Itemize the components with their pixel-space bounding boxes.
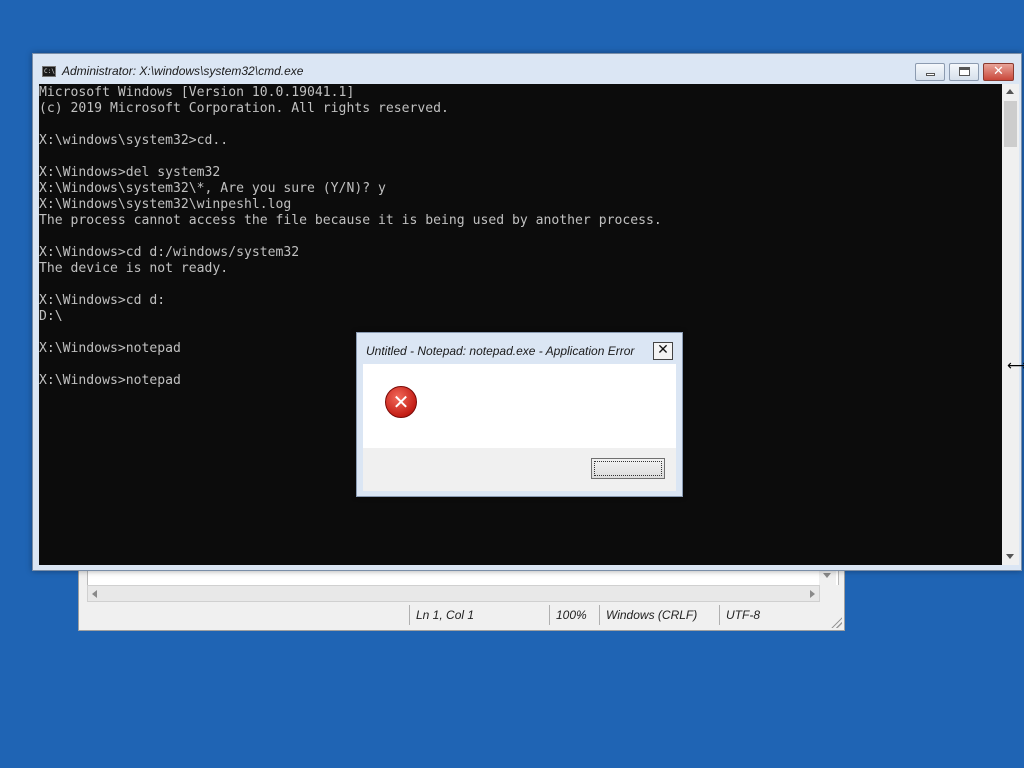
scrollbar-thumb[interactable] [1004,101,1017,147]
error-icon: ✕ [385,386,417,418]
scroll-right-arrow-icon[interactable] [810,590,815,598]
minimize-button[interactable] [915,63,945,81]
scroll-up-arrow-icon[interactable] [1006,89,1014,94]
ok-button[interactable] [591,458,665,479]
resize-cursor-icon: ⟷ [1007,358,1024,374]
scroll-left-arrow-icon[interactable] [92,590,97,598]
status-line-ending: Windows (CRLF) [599,605,719,625]
error-icon-glyph: ✕ [392,390,410,414]
close-icon: ✕ [993,64,1004,79]
notepad-status-bar: Ln 1, Col 1 100% Windows (CRLF) UTF-8 [87,605,837,625]
status-cursor-position: Ln 1, Col 1 [409,605,549,625]
maximize-button[interactable] [949,63,979,81]
notepad-horizontal-scrollbar[interactable] [87,585,820,602]
resize-grip-icon[interactable] [830,616,842,628]
error-dialog-title: Untitled - Notepad: notepad.exe - Applic… [366,344,635,358]
minimize-icon [926,73,935,76]
cmd-app-icon[interactable]: C:\ [42,66,56,77]
maximize-icon [959,67,970,76]
error-dialog-close-button[interactable]: ✕ [653,342,673,360]
console-vertical-scrollbar[interactable] [1002,84,1019,565]
cmd-window-title: Administrator: X:\windows\system32\cmd.e… [62,64,304,78]
close-button[interactable]: ✕ [983,63,1014,81]
scroll-down-arrow-icon[interactable] [823,573,831,578]
status-zoom: 100% [549,605,599,625]
error-dialog: Untitled - Notepad: notepad.exe - Applic… [356,332,683,497]
error-dialog-footer [363,448,676,491]
scroll-down-arrow-icon[interactable] [1006,554,1014,559]
status-encoding: UTF-8 [719,605,837,625]
cmd-title-bar[interactable]: C:\ Administrator: X:\windows\system32\c… [33,54,1021,84]
error-dialog-body: ✕ [363,364,676,448]
